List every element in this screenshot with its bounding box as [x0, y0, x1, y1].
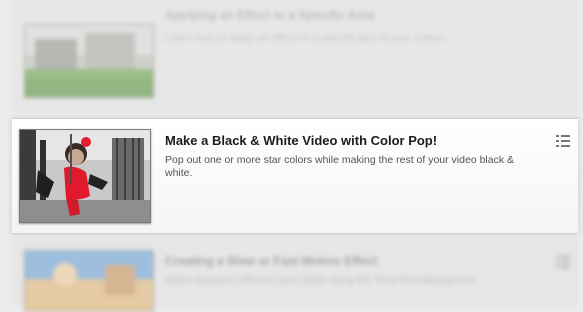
lesson-description: Learn how to apply an effect to a specif…: [165, 32, 448, 44]
list-icon[interactable]: [556, 256, 570, 268]
lesson-title: Make a Black & White Video with Color Po…: [165, 133, 438, 148]
lesson-description: Pop out one or more star colors while ma…: [165, 154, 515, 179]
lesson-title: Applying an Effect to a Specific Area: [165, 8, 374, 22]
lesson-item-current[interactable]: Make a Black & White Video with Color Po…: [12, 118, 578, 234]
lesson-list: Applying an Effect to a Specific Area Le…: [0, 0, 583, 312]
lesson-description: Add a dynamic effect to your video using…: [165, 274, 477, 286]
lesson-title: Creating a Slow or Fast Motion Effect: [165, 254, 378, 268]
list-icon[interactable]: [556, 135, 570, 147]
lesson-item-previous[interactable]: Applying an Effect to a Specific Area Le…: [12, 0, 578, 112]
lesson-thumbnail: [24, 250, 154, 312]
lesson-item-next[interactable]: Creating a Slow or Fast Motion Effect Ad…: [12, 236, 578, 312]
lesson-thumbnail: [24, 24, 154, 98]
lesson-thumbnail: [19, 129, 151, 223]
